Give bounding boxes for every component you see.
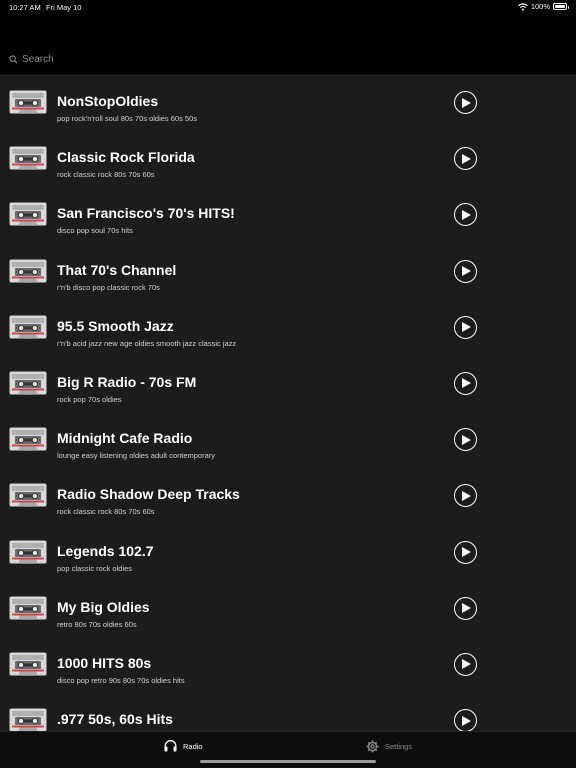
station-tags: lounge easy listening oldies adult conte… [57,451,216,461]
cassette-tape-icon [9,314,47,339]
station-title: Legends 102.7 [57,542,154,559]
station-title: Radio Shadow Deep Tracks [57,486,240,503]
play-button[interactable] [454,652,477,676]
station-row[interactable]: Big R Radio - 70s FM rock pop 70s oldies [0,355,576,411]
battery-icon [553,3,569,10]
station-title: 95.5 Smooth Jazz [57,317,174,334]
cassette-tape-icon [9,708,47,731]
play-icon [462,715,471,726]
station-title: Big R Radio - 70s FM [57,373,197,390]
station-tags: retro 80s 70s oldies 60s [57,619,137,629]
station-row[interactable]: Midnight Cafe Radio lounge easy listenin… [0,411,576,467]
play-button[interactable] [454,428,477,452]
station-row[interactable]: San Francisco's 70's HITS! disco pop sou… [0,186,576,242]
play-icon [462,153,471,164]
gear-icon [366,740,379,753]
station-row[interactable]: Classic Rock Florida rock classic rock 8… [0,130,576,186]
play-button[interactable] [454,596,477,620]
station-row[interactable]: NonStopOldies pop rock'n'roll soul 80s 7… [0,74,576,130]
station-tags: rock pop 70s oldies [57,394,122,404]
station-title: That 70's Channel [57,261,177,278]
cassette-tape-icon [9,90,47,114]
station-tags: pop rock'n'roll soul 80s 70s oldies 60s … [57,114,198,123]
play-button[interactable] [454,371,477,395]
station-title: NonStopOldies [57,93,159,109]
status-date: Fri May 10 [46,3,82,12]
cassette-tape-icon [9,539,47,564]
station-tags: disco pop retro 90s 80s 70s oldies hits [57,675,185,685]
home-indicator [200,760,376,763]
play-button[interactable] [454,91,477,114]
cassette-tape-icon [9,202,47,227]
cassette-tape-icon [9,258,47,283]
play-button[interactable] [454,315,477,339]
station-tags: disco pop soul 70s hits [57,226,133,236]
play-icon [462,547,471,557]
play-icon [462,97,471,108]
tab-settings[interactable]: Settings [366,740,412,753]
station-row[interactable]: 1000 HITS 80s disco pop retro 90s 80s 70… [0,636,576,692]
station-row[interactable]: That 70's Channel r'n'b disco pop classi… [0,243,576,299]
cassette-tape-icon [9,595,47,620]
station-title: Classic Rock Florida [57,149,195,166]
headphones-icon [164,740,177,752]
station-title: My Big Oldies [57,598,150,615]
station-title: .977 50s, 60s Hits [57,711,173,728]
station-title: Midnight Cafe Radio [57,430,193,447]
battery-percent: 100% [530,2,550,11]
play-icon [462,209,471,220]
search-bar [0,44,576,74]
play-button[interactable] [454,203,477,227]
station-tags: r'n'b disco pop classic rock 70s [57,282,160,292]
play-button[interactable] [454,540,477,564]
station-tags: pop classic rock oldies [57,563,133,573]
play-icon [462,266,471,277]
station-row[interactable]: My Big Oldies retro 80s 70s oldies 60s [0,580,576,636]
tab-radio[interactable]: Radio [164,740,203,752]
station-tags: rock classic rock 80s 70s 60s [57,170,155,180]
cassette-tape-icon [9,371,47,395]
tab-radio-label: Radio [183,741,203,751]
status-indicators: 100% [517,2,569,11]
station-row[interactable]: Legends 102.7 pop classic rock oldies [0,524,576,580]
station-list: NonStopOldies pop rock'n'roll soul 80s 7… [0,74,576,731]
play-icon [462,434,471,445]
station-tags: rock classic rock 80s 70s 60s [57,507,155,517]
play-button[interactable] [454,709,477,731]
play-icon [462,659,471,670]
status-time: 10:27 AM [9,3,41,12]
search-input[interactable] [22,53,542,65]
cassette-tape-icon [9,483,47,508]
play-icon [462,378,471,389]
cassette-tape-icon [9,651,47,676]
station-title: San Francisco's 70's HITS! [57,205,235,222]
station-tags: r'n'b acid jazz new age oldies smooth ja… [57,338,237,348]
cassette-tape-icon [9,427,47,452]
station-title: 1000 HITS 80s [57,654,152,671]
status-bar: 10:27 AM Fri May 10 100% [0,0,576,14]
play-button[interactable] [454,484,477,508]
station-row[interactable]: 95.5 Smooth Jazz r'n'b acid jazz new age… [0,299,576,355]
play-button[interactable] [454,259,477,283]
cassette-tape-icon [9,146,47,171]
wifi-icon [517,2,528,11]
play-icon [462,603,471,614]
station-row[interactable]: Radio Shadow Deep Tracks rock classic ro… [0,467,576,523]
play-button[interactable] [454,147,477,171]
station-row[interactable]: .977 50s, 60s Hits [0,692,576,731]
search-icon [9,54,18,63]
tab-settings-label: Settings [385,742,413,751]
play-icon [462,322,471,333]
play-icon [462,490,471,501]
